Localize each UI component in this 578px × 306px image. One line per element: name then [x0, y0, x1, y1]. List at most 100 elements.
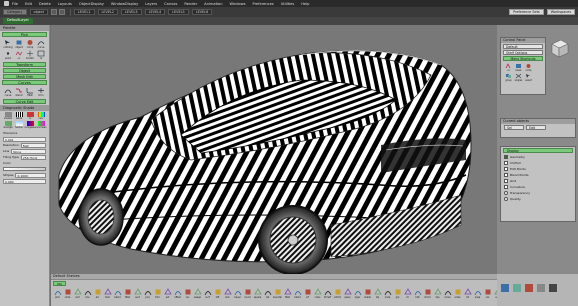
stripes-field[interactable]: 0.1000: [15, 172, 46, 178]
editpoints-checkbox[interactable]: [504, 167, 508, 171]
shelf-tool-square[interactable]: square: [253, 288, 262, 299]
workspaces-button[interactable]: Workspaces: [546, 9, 575, 15]
current-objects-sel-button[interactable]: Sel: [504, 124, 524, 130]
shelf-tool-surf[interactable]: surf: [203, 288, 212, 299]
pick-object-tool[interactable]: object: [14, 39, 24, 49]
shelf-tool-circle[interactable]: circle: [63, 288, 72, 299]
shortcut-singlex[interactable]: singlex: [514, 73, 523, 82]
shelf-tool-layer[interactable]: layer: [353, 288, 362, 299]
pick-section-button[interactable]: Pick: [2, 32, 47, 37]
shelf-tool-round[interactable]: round: [243, 288, 252, 299]
shelf-tool-untrim[interactable]: untrim: [333, 288, 342, 299]
category-dropdown[interactable]: Category: [3, 9, 27, 15]
shelf-tool-grp[interactable]: grp: [393, 288, 402, 299]
shelf-tool-shade[interactable]: shade: [363, 288, 372, 299]
menu-canvas[interactable]: Canvas: [164, 2, 177, 6]
shelf-tool-scale[interactable]: scale: [453, 288, 462, 299]
shelf-tool-sweep[interactable]: sweep: [193, 288, 202, 299]
curve-edit-section-button[interactable]: Curve Edit: [3, 99, 46, 104]
shortcut-lsave[interactable]: lsave: [514, 63, 523, 72]
shelf-tool-bevel[interactable]: bevel: [233, 288, 242, 299]
pick-cs-tool[interactable]: cs: [36, 50, 46, 60]
quality-row[interactable]: Quality: [501, 196, 575, 202]
object-section-button[interactable]: Object: [3, 68, 46, 73]
menu-windows[interactable]: Windows: [230, 2, 246, 6]
level-field-2[interactable]: LEVEL2: [97, 9, 119, 15]
shelf-tool-pick[interactable]: pick: [53, 288, 62, 299]
pick-point-tool[interactable]: point: [3, 50, 13, 60]
shelf-tool-rect[interactable]: rect: [73, 288, 82, 299]
menu-preferences[interactable]: Preferences: [253, 2, 274, 6]
shelf-tool-mirror[interactable]: mirror: [423, 288, 432, 299]
shelf-tool-hist[interactable]: hist: [413, 288, 422, 299]
shelf-tool-query[interactable]: query: [343, 288, 352, 299]
shortcut-cv[interactable]: cv: [504, 63, 513, 72]
menu-help[interactable]: Help: [301, 2, 309, 6]
menu-layers[interactable]: Layers: [145, 2, 157, 6]
current-objects-edit-button[interactable]: Edit: [526, 124, 546, 130]
shelf-tool-text[interactable]: text: [103, 288, 112, 299]
shelf-tool-move[interactable]: move: [443, 288, 452, 299]
pick-nothing-tool[interactable]: nothing: [3, 39, 13, 49]
line-dropdown[interactable]: None: [11, 148, 46, 154]
resolution-dropdown[interactable]: Fast: [20, 142, 46, 148]
level-field-4[interactable]: LEVEL4: [144, 9, 166, 15]
shelf-tool-rot[interactable]: rot: [463, 288, 472, 299]
shelf-tool-srf[interactable]: srf: [303, 288, 312, 299]
shelf-tool-node[interactable]: node: [383, 288, 392, 299]
diag-cv-button[interactable]: cv: [25, 112, 35, 120]
pick-cv-tool[interactable]: cv: [14, 50, 24, 60]
curves-section-button[interactable]: Curves: [2, 80, 47, 85]
curve-tool[interactable]: curve: [3, 87, 13, 97]
shelf-options-select[interactable]: Shelf Options: [503, 50, 543, 55]
display-header[interactable]: Display: [503, 148, 573, 153]
menu-delete[interactable]: Delete: [39, 2, 51, 6]
shelf-tool-rev[interactable]: rev: [183, 288, 192, 299]
shelf-tool-ext[interactable]: ext: [163, 288, 172, 299]
shelf-tool-arc[interactable]: arc: [93, 288, 102, 299]
shelf-tool-line[interactable]: line: [83, 288, 92, 299]
geometry-checkbox[interactable]: [504, 155, 508, 159]
shelf-tool-skin[interactable]: skin: [223, 288, 232, 299]
shelf-tool-proj[interactable]: proj: [143, 288, 152, 299]
shelf-tool-boundary[interactable]: boundary: [273, 288, 282, 299]
diag-curv-button[interactable]: curv: [36, 112, 46, 120]
level-field-1[interactable]: LEVEL1: [73, 9, 95, 15]
diag-zebra-button[interactable]: zebra: [14, 112, 24, 120]
level-field-6[interactable]: LEVEL6: [191, 9, 213, 15]
shelf-tab-obj[interactable]: Obj: [53, 281, 67, 286]
shelf-tool-offset[interactable]: offset: [173, 288, 182, 299]
shelf-tool-trim[interactable]: trim: [153, 288, 162, 299]
shelf-tool-cvs[interactable]: cvs: [483, 288, 492, 299]
transparency-radio[interactable]: [504, 191, 508, 195]
blendpoints-checkbox[interactable]: [504, 173, 508, 177]
shelf-tool-snap[interactable]: snap: [473, 288, 482, 299]
mesh-edit-section-button[interactable]: Mesh Edit: [3, 74, 46, 79]
curvature-checkbox[interactable]: [504, 185, 508, 189]
diag-curvmean-button[interactable]: curvmean: [36, 121, 47, 129]
default-layer-tab[interactable]: DefaultLayer: [3, 18, 33, 24]
diag-curvgauss-button[interactable]: curvgauss: [24, 121, 36, 129]
blend-tool[interactable]: blend: [14, 87, 24, 97]
tiling-dropdown[interactable]: 256 Horiz: [20, 154, 46, 160]
level-field-3[interactable]: LEVEL3: [121, 9, 142, 15]
cvhull-checkbox[interactable]: [504, 161, 508, 165]
nav-forward-icon[interactable]: [58, 9, 65, 15]
shelf-tool-dup[interactable]: dup: [433, 288, 442, 299]
pick-locator-tool[interactable]: locator: [25, 50, 35, 60]
shelf-tool-rail[interactable]: rail: [263, 288, 272, 299]
shelf-tool-cross[interactable]: cross: [313, 288, 322, 299]
pick-comp-tool[interactable]: comp: [25, 39, 35, 49]
quality-radio[interactable]: [504, 197, 508, 201]
viewcube-icon[interactable]: [548, 37, 570, 59]
level-field-5[interactable]: LEVEL5: [168, 9, 189, 15]
menu-windowdisplay[interactable]: WindowDisplay: [111, 2, 138, 6]
perspective-viewport[interactable]: [51, 25, 497, 274]
menu-animation[interactable]: Animation: [204, 2, 222, 6]
zebra-color-bar[interactable]: [3, 167, 46, 171]
diag-horizon-button[interactable]: horizon: [14, 121, 24, 129]
shelf-tool-loft[interactable]: loft: [213, 288, 222, 299]
shelf-tool-obj[interactable]: obj: [373, 288, 382, 299]
menu-file[interactable]: File: [12, 2, 18, 6]
menu-shortcuts-button[interactable]: Menu Shortcuts: [503, 56, 543, 61]
